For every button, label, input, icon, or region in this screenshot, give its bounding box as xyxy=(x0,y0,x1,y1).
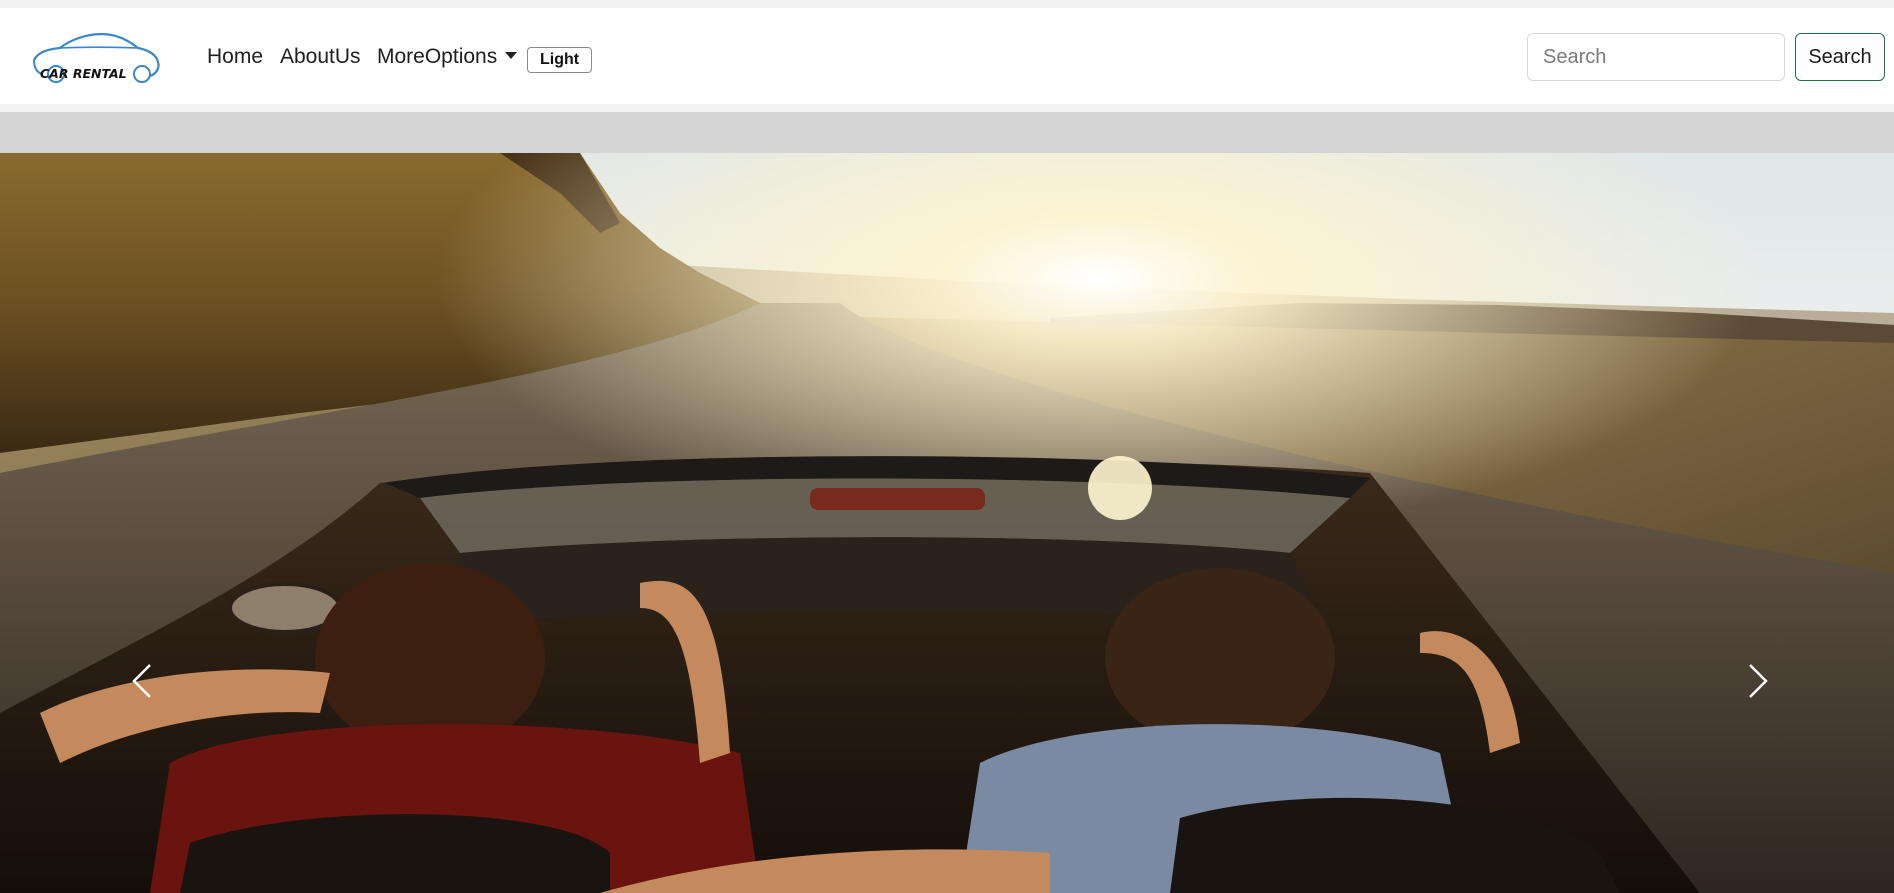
hero-carousel xyxy=(0,153,1894,893)
search-button[interactable]: Search xyxy=(1795,33,1885,81)
nav-home[interactable]: Home xyxy=(207,44,263,70)
carousel-prev-button[interactable] xyxy=(112,643,172,719)
nav-more-options-dropdown[interactable]: MoreOptions xyxy=(377,44,518,70)
nav-about-us[interactable]: AboutUs xyxy=(280,44,361,70)
chevron-right-icon xyxy=(1749,664,1768,698)
search-input[interactable] xyxy=(1527,33,1785,81)
chevron-down-icon xyxy=(505,52,518,59)
logo-text: CAR RENTAL xyxy=(40,66,127,81)
grey-banner-strip xyxy=(0,112,1894,153)
carousel-next-button[interactable] xyxy=(1728,643,1788,719)
nav-more-options-label: MoreOptions xyxy=(377,45,498,68)
car-logo-icon: CAR RENTAL xyxy=(33,32,160,83)
chevron-left-icon xyxy=(132,664,151,698)
navbar: CAR RENTAL Home AboutUs MoreOptions Ligh… xyxy=(0,8,1894,104)
theme-toggle-button[interactable]: Light xyxy=(527,47,593,73)
hero-image xyxy=(0,153,1894,893)
top-strip xyxy=(0,0,1894,8)
brand-logo[interactable]: CAR RENTAL xyxy=(30,30,162,86)
